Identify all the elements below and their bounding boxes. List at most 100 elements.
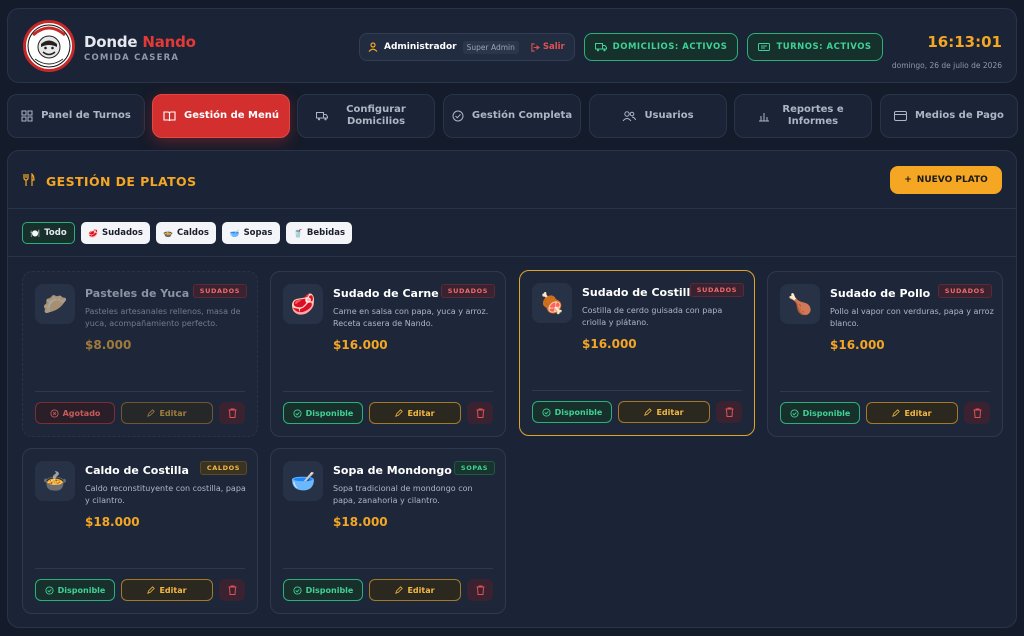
- category-badge: SUDADOS: [440, 284, 495, 298]
- edit-label: Editar: [656, 407, 684, 417]
- dish-card: 🥣 Sopa de Mondongo SOPAS Sopa tradiciona…: [270, 448, 506, 614]
- pencil-icon: [147, 586, 156, 594]
- filter-caldos[interactable]: 🍲 Caldos: [156, 222, 216, 244]
- nav-gestion-completa[interactable]: Gestión Completa: [443, 94, 581, 138]
- dish-price: $16.000: [830, 338, 885, 352]
- availability-toggle[interactable]: Disponible: [283, 579, 363, 601]
- chicken-leg-icon: 🍗: [787, 292, 813, 316]
- panel-header: GESTIÓN DE PLATOS + NUEVO PLATO: [8, 151, 1016, 209]
- meat-icon: 🥩: [88, 228, 98, 238]
- panel-title: GESTIÓN DE PLATOS: [46, 174, 197, 189]
- nav-medios-pago[interactable]: Medios de Pago: [880, 94, 1018, 138]
- dish-name: Caldo de Costilla: [85, 464, 189, 477]
- drink-icon: 🥤: [292, 228, 303, 238]
- filter-bebidas[interactable]: 🥤 Bebidas: [286, 222, 352, 244]
- ticket-icon: [758, 43, 771, 51]
- dish-card: 🥩 Sudado de Carne SUDADOS Carne en salsa…: [270, 271, 506, 437]
- edit-label: Editar: [407, 585, 435, 595]
- delete-button[interactable]: [219, 579, 245, 601]
- edit-label: Editar: [159, 585, 187, 595]
- trash-icon: [476, 585, 484, 595]
- edit-label: Editar: [904, 408, 932, 418]
- card-icon: [894, 111, 908, 121]
- new-dish-button[interactable]: + NUEVO PLATO: [890, 166, 1002, 194]
- bowl-icon: 🥣: [229, 228, 240, 238]
- filter-label: Todo: [44, 228, 67, 238]
- availability-toggle[interactable]: Disponible: [283, 402, 363, 424]
- delivery-status-button[interactable]: DOMICILIOS: ACTIVOS: [584, 33, 738, 61]
- dish-image: 🍲: [35, 461, 75, 501]
- dish-card-selected: 🍖 Sudado de Costilla SUDADOS Costilla de…: [519, 270, 755, 436]
- availability-label: Disponible: [57, 585, 106, 595]
- logout-button[interactable]: Salir: [531, 42, 565, 52]
- filter-sudados[interactable]: 🥩 Sudados: [81, 222, 150, 244]
- nav-label: Panel de Turnos: [41, 110, 131, 121]
- divider: [780, 391, 990, 392]
- edit-button[interactable]: Editar: [618, 401, 710, 423]
- dish-card: 🍲 Caldo de Costilla CALDOS Caldo reconst…: [22, 448, 258, 614]
- restaurant-logo: [23, 20, 75, 72]
- availability-toggle[interactable]: Disponible: [532, 401, 612, 423]
- nav-label: Reportes e Informes: [782, 104, 844, 127]
- delete-button[interactable]: [219, 402, 245, 424]
- nav-label: Configurar Domicilios: [346, 104, 406, 127]
- dish-image: 🍖: [532, 283, 572, 323]
- delete-button[interactable]: [964, 402, 990, 424]
- filter-todo[interactable]: 🍽️ Todo: [22, 222, 75, 244]
- edit-label: Editar: [407, 408, 435, 418]
- edit-button[interactable]: Editar: [866, 402, 958, 424]
- shifts-status-button[interactable]: TURNOS: ACTIVOS: [747, 33, 883, 61]
- pencil-icon: [395, 409, 404, 417]
- category-badge: SUDADOS: [689, 283, 744, 297]
- nav-usuarios[interactable]: Usuarios: [589, 94, 727, 138]
- dish-image: 🥩: [283, 284, 323, 324]
- divider: [283, 391, 493, 392]
- edit-button[interactable]: Editar: [121, 402, 213, 424]
- clock: 16:13:01: [927, 33, 1002, 51]
- dish-description: Pasteles artesanales rellenos, masa de y…: [85, 307, 241, 328]
- delete-button[interactable]: [467, 579, 493, 601]
- plate-icon: 🍽️: [30, 228, 41, 238]
- truck-icon: [316, 112, 328, 121]
- nav-reportes[interactable]: Reportes e Informes: [734, 94, 872, 138]
- filter-sopas[interactable]: 🥣 Sopas: [222, 222, 280, 244]
- edit-button[interactable]: Editar: [369, 402, 461, 424]
- category-badge: CALDOS: [199, 461, 247, 475]
- delete-button[interactable]: [467, 402, 493, 424]
- availability-label: Disponible: [802, 408, 851, 418]
- filter-label: Sudados: [101, 228, 143, 238]
- brand-subtitle: COMIDA CASERA: [84, 53, 180, 63]
- check-circle-icon: [790, 408, 799, 418]
- utensils-icon: [23, 173, 35, 186]
- check-circle-icon: [293, 585, 302, 595]
- divider: [283, 568, 493, 569]
- bar-chart-icon: [759, 113, 769, 122]
- category-badge: SUDADOS: [192, 284, 247, 298]
- dumpling-icon: 🥟: [42, 292, 68, 316]
- availability-toggle[interactable]: Disponible: [780, 402, 860, 424]
- category-badge: SUDADOS: [937, 284, 992, 298]
- dish-description: Costilla de cerdo guisada con papa criol…: [582, 306, 723, 327]
- dish-name: Sudado de Costilla: [582, 286, 698, 299]
- trash-icon: [476, 408, 484, 418]
- delete-button[interactable]: [716, 401, 742, 423]
- nav-configurar-domicilios[interactable]: Configurar Domicilios: [297, 94, 435, 138]
- rib-icon: 🍖: [539, 291, 565, 315]
- nav-gestion-menu[interactable]: Gestión de Menú: [152, 94, 290, 138]
- dish-description: Pollo al vapor con verduras, papa y arro…: [830, 307, 994, 328]
- edit-button[interactable]: Editar: [121, 579, 213, 601]
- edit-button[interactable]: Editar: [369, 579, 461, 601]
- dish-description: Caldo reconstituyente con costilla, papa…: [85, 484, 246, 505]
- dish-image: 🍗: [780, 284, 820, 324]
- dish-name: Sudado de Pollo: [830, 287, 931, 300]
- pencil-icon: [892, 409, 901, 417]
- pencil-icon: [395, 586, 404, 594]
- check-circle-icon: [293, 408, 302, 418]
- shifts-status-label: TURNOS: ACTIVOS: [776, 42, 872, 52]
- user-icon: [368, 42, 378, 52]
- brand-name: Donde Nando: [84, 33, 196, 51]
- nav-panel-turnos[interactable]: Panel de Turnos: [7, 94, 145, 138]
- availability-toggle[interactable]: Agotado: [35, 402, 115, 424]
- availability-toggle[interactable]: Disponible: [35, 579, 115, 601]
- dishes-panel: GESTIÓN DE PLATOS + NUEVO PLATO 🍽️ Todo …: [7, 150, 1017, 628]
